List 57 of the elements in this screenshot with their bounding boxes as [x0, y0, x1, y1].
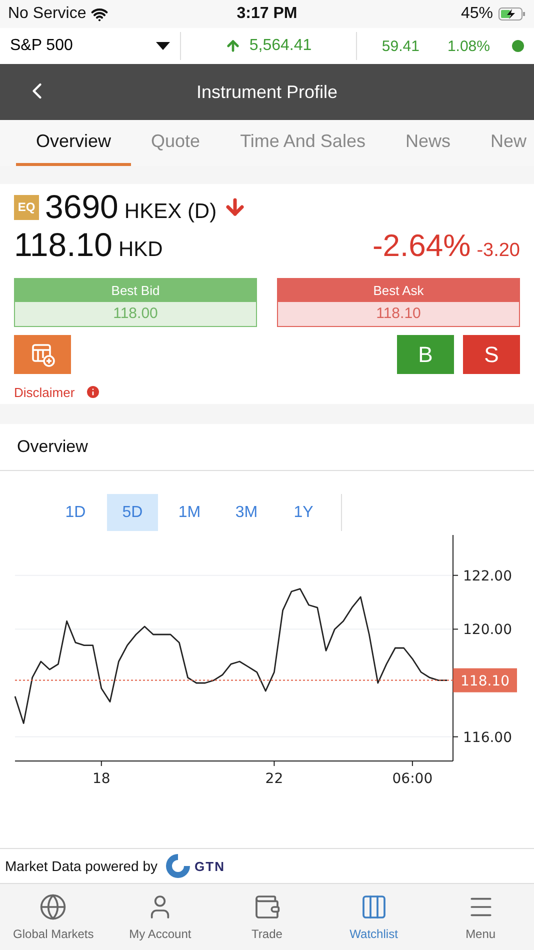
section-title: Overview	[17, 437, 88, 457]
swirl-logo-icon	[164, 852, 192, 880]
range-button[interactable]: 1M	[164, 494, 215, 531]
axis-label: 120.00	[463, 622, 512, 638]
sell-button[interactable]: S	[463, 335, 520, 374]
logo-text: GTN	[194, 858, 225, 874]
carrier-label: No Service	[8, 5, 86, 23]
axis-label: 116.00	[463, 730, 512, 746]
tab[interactable]: New	[470, 120, 534, 166]
ref-line-label: 118.10	[460, 673, 510, 690]
range-button[interactable]: 3M	[221, 494, 272, 531]
nav-tab[interactable]: Watchlist	[320, 884, 428, 950]
axis-label: 18	[92, 771, 110, 787]
best-ask-label: Best Ask	[278, 279, 519, 302]
index-change: 59.41	[382, 38, 420, 54]
battery-icon	[498, 7, 526, 21]
add-to-watchlist-button[interactable]	[14, 335, 71, 374]
index-name[interactable]: S&P 500	[10, 37, 73, 55]
battery-label: 45%	[460, 5, 493, 23]
range-button[interactable]: 1Y	[278, 494, 329, 531]
wallet-icon	[252, 893, 281, 921]
range-button[interactable]: 5D	[107, 494, 158, 531]
change-percent: -2.64%	[372, 228, 471, 264]
axis-label: 122.00	[463, 568, 512, 584]
nav-tab[interactable]: My Account	[106, 884, 214, 950]
info-icon[interactable]	[84, 384, 101, 400]
nav-tab[interactable]: Global Markets	[0, 884, 107, 950]
price-tag: 118.10	[453, 668, 517, 692]
best-bid-value: 118.00	[15, 302, 256, 326]
index-value: 5,564.41	[249, 37, 312, 55]
table-add-icon	[30, 342, 56, 368]
best-ask-value: 118.10	[278, 302, 519, 326]
change-value: -3.20	[476, 240, 520, 262]
index-change-percent: 1.08%	[447, 38, 490, 54]
exchange-label: HKEX (D)	[124, 200, 217, 224]
tab[interactable]: Quote	[131, 120, 220, 166]
symbol: 3690	[45, 188, 118, 226]
nav-tab[interactable]: Menu	[427, 884, 534, 950]
axis-label: 06:00	[392, 771, 433, 787]
globe-icon	[39, 893, 68, 921]
header-title: Instrument Profile	[196, 82, 338, 102]
clock-label: 3:17 PM	[236, 5, 298, 23]
currency-label: HKD	[118, 238, 163, 262]
wifi-icon	[91, 6, 108, 22]
last-price: 118.10	[14, 226, 112, 264]
dropdown-caret-icon[interactable]	[156, 42, 170, 50]
best-bid-label: Best Bid	[15, 279, 256, 302]
table-icon	[360, 893, 388, 921]
tab[interactable]: Time And Sales	[220, 120, 386, 166]
buy-button[interactable]: B	[397, 335, 454, 374]
equity-badge: EQ	[14, 194, 39, 220]
range-button[interactable]: 1D	[50, 494, 101, 531]
axis-label: 22	[265, 771, 284, 787]
nav-tab[interactable]: Trade	[214, 884, 320, 950]
tab[interactable]: News	[385, 120, 470, 166]
disclaimer-link[interactable]: Disclaimer	[14, 384, 75, 400]
footer-text: Market Data powered by	[5, 858, 158, 874]
